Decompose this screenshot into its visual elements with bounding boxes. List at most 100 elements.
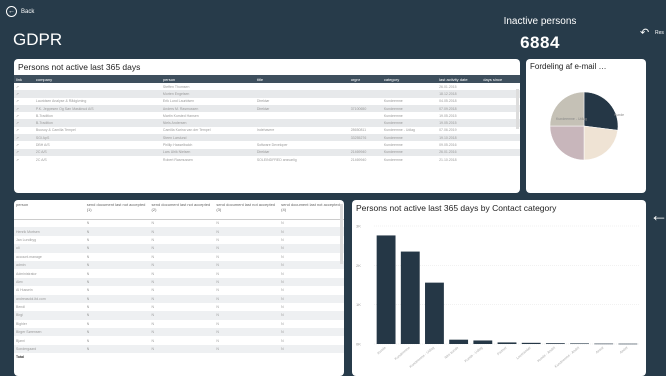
table-cell [349,83,382,90]
link-icon[interactable]: ⇗ [14,90,34,98]
table-row[interactable]: Jan Lundbyg N N N N [14,236,344,244]
table-row[interactable]: ⇗ Buusoy & Camilla Tempel Camilla Karina v… [14,127,520,134]
table-row[interactable]: ⇗ 2C A/S Lars Ulrik Nielsen Direktør 2146994… [14,148,520,156]
table-row[interactable]: ⇗ B-Tradition Martin Kursted Hansen Kundeem… [14,112,520,119]
bar[interactable] [545,343,565,344]
pie-slice[interactable] [583,125,619,161]
link-icon[interactable]: ⇗ [14,134,34,142]
column-header[interactable]: orgnr [348,75,382,83]
table-row[interactable]: Bendl N N N N [14,303,344,311]
column-header[interactable]: link [14,75,34,83]
link-icon[interactable]: ⇗ [14,83,34,90]
column-header[interactable]: company [33,75,161,83]
bar[interactable] [376,235,396,344]
pie-slice[interactable] [549,125,585,161]
table-row[interactable]: account.manage N N N N [14,253,344,261]
table-header-row: link company person title orgnr category last … [14,75,520,83]
table-row[interactable]: ⇗ Steffen Thomsen 26.01.2015 [14,83,520,90]
table-row[interactable]: Sondergaard N N N N [14,344,344,354]
table-row[interactable]: Birgi N N N N [14,311,344,320]
side-nav-arrow-icon[interactable]: ← [650,205,666,226]
column-header[interactable]: category [381,75,438,83]
column-header[interactable]: send document last not accepted (2) [149,200,215,220]
table-row[interactable]: ⇗ Morten Engelsen 18.12.2018 [14,90,520,98]
table-row[interactable]: Alex N N N N [14,277,344,287]
table-cell [254,134,349,142]
link-icon[interactable]: ⇗ [14,98,34,105]
table-row[interactable]: ⇗ 2C A/S Robert Rasmussen SOLEINDFRED ansva… [14,156,520,163]
table-scrollbar[interactable] [516,89,519,129]
bar[interactable] [570,343,589,345]
bar[interactable] [618,343,638,345]
bar[interactable] [473,340,493,344]
table-row[interactable]: oli N N N N [14,244,344,253]
bar[interactable] [594,343,614,345]
table-row[interactable]: ⇗ SGI ApS Steen Larslund 33255276 Kundeemne 1… [14,134,520,142]
bar[interactable] [425,282,444,344]
bar[interactable] [449,339,469,344]
table-cell: 18.12.2018 [437,90,482,98]
link-icon[interactable]: ⇗ [14,141,34,148]
table-row[interactable]: ⇗ DBH A/S Phillip Hasselbalch Software Deve… [14,141,520,148]
table-header-row: person send document last not accepted (1… [14,200,344,220]
table-cell: N [84,244,150,253]
back-button[interactable]: ← Back [6,6,34,17]
reset-label[interactable]: Res [655,30,664,36]
table-cell: Buusoy & Camilla Tempel [35,128,76,133]
table-scrollbar[interactable] [340,204,343,264]
table-cell [254,90,349,98]
table-cell [481,156,520,163]
table-cell: N [279,227,344,236]
table-cell: Lars Ulrik Nielsen [160,148,255,156]
table-row[interactable]: NNNN [14,219,344,227]
table-cell: N [214,311,280,320]
table-cell: 37100650 [348,104,382,113]
x-tick-label: Partner [496,345,508,356]
reset-icon[interactable]: ↶ [640,26,649,39]
table-row[interactable]: Al Hussein N N N N [14,286,344,294]
link-icon[interactable]: ⇗ [14,148,34,156]
table-row[interactable]: Administrator N N N N [14,269,344,277]
table-cell: N [84,227,150,236]
link-icon[interactable]: ⇗ [14,119,34,127]
pie-slice[interactable] [583,91,619,131]
table-row[interactable]: Bjarni N N N N [14,336,344,344]
table-cell [481,148,520,156]
column-header[interactable]: send document last not accepted (4) [279,200,344,220]
table-row[interactable]: Bighler N N N N [14,320,344,328]
table-row[interactable]: admin N N N N [14,260,344,270]
link-icon[interactable]: ⇗ [14,156,34,163]
column-header[interactable]: person [160,75,255,83]
table-cell: N [86,338,90,343]
link-icon[interactable]: ⇗ [14,104,34,113]
column-header[interactable]: title [254,75,349,83]
column-header[interactable]: send document last not accepted (1) [84,200,150,220]
x-tick-label: Kundeemne - Udlag [409,346,435,369]
table-cell: 33255276 [348,134,382,142]
table-row[interactable]: Henrik Mortsen N N N N [14,227,344,236]
column-header[interactable]: send document last not accepted (3) [214,200,280,220]
pie-label: Kunde [614,113,624,117]
table-cell: N [281,338,284,343]
table-cell: account.manage [16,254,42,259]
bar[interactable] [400,251,420,344]
table-cell: N [149,244,215,253]
column-header[interactable]: last activity date [437,75,482,83]
table-row[interactable]: Birger Sørensen N N N N [14,328,344,337]
link-icon[interactable]: ⇗ [14,112,34,119]
bar[interactable] [497,342,517,344]
table-cell: N [151,305,155,310]
table-cell: N [279,328,344,337]
table-cell: 19.05.2015 [439,113,457,118]
bar[interactable] [521,342,541,344]
table-row[interactable]: ⇗ B-Tradition Niels Andersen Kundeemne 19.05… [14,119,520,127]
table-row[interactable]: ⇗ P.K. Jeppesen Og Søn Maskinud A/S Anders… [14,104,520,113]
table-row[interactable]: ⇗ Lauridsen Analyse & Rådgivning Erik Lund… [14,98,520,105]
table-cell [33,90,161,98]
column-header[interactable]: days since [481,75,520,83]
link-icon[interactable]: ⇗ [14,127,34,134]
table-row[interactable]: andreasdol-ltd.com N N N N [14,294,344,303]
column-header[interactable]: person [14,200,85,220]
table-cell [349,141,382,148]
table-cell: N [216,221,219,226]
